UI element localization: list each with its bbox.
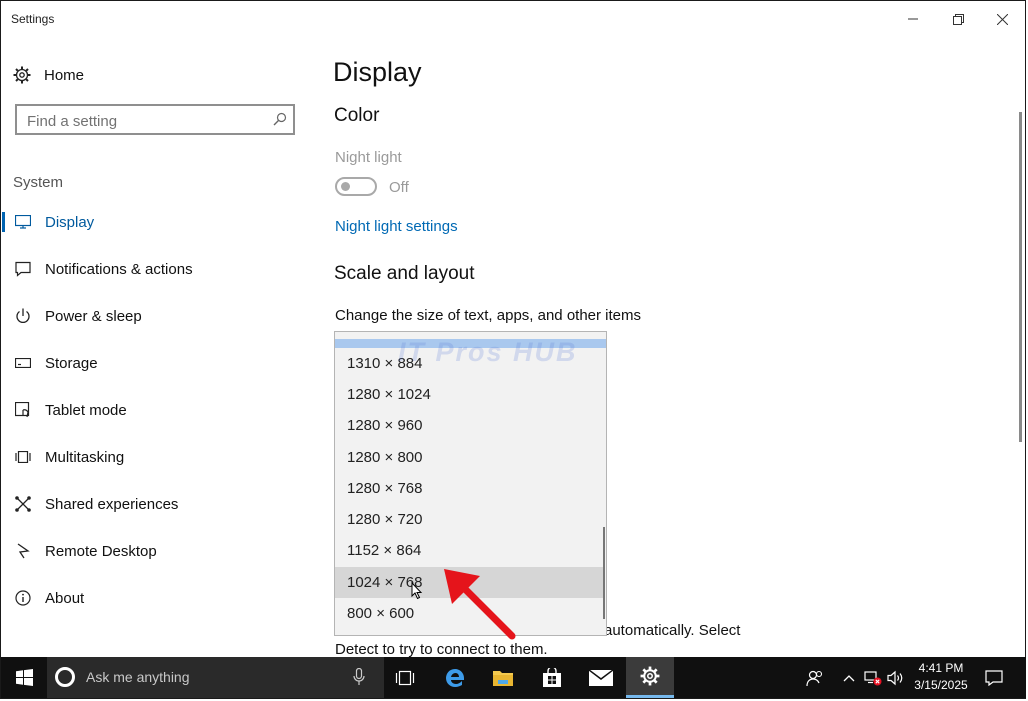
sidebar-item-tablet-mode[interactable]: Tablet mode	[0, 395, 300, 425]
toggle-knob	[341, 182, 350, 191]
tablet-mode-icon	[14, 401, 32, 419]
gear-icon	[13, 66, 31, 84]
info-icon	[14, 589, 32, 607]
sidebar-item-storage[interactable]: Storage	[0, 348, 300, 378]
sidebar-item-multitasking[interactable]: Multitasking	[0, 442, 300, 472]
show-hidden-icons-button[interactable]	[839, 657, 859, 698]
remote-desktop-icon	[14, 542, 32, 560]
resolution-option[interactable]: 1280 × 768	[335, 473, 605, 504]
task-view-button[interactable]	[381, 657, 429, 698]
sidebar-item-label: Power & sleep	[45, 307, 142, 325]
settings-taskbar-button[interactable]	[626, 657, 674, 698]
task-view-icon	[395, 670, 415, 685]
sidebar-item-label: Shared experiences	[45, 495, 179, 513]
power-icon	[14, 307, 32, 325]
action-center-icon	[985, 669, 1003, 686]
shared-experiences-icon	[14, 495, 32, 513]
store-button[interactable]	[528, 657, 576, 698]
sidebar-item-label: Remote Desktop	[45, 542, 157, 560]
network-disconnected-icon	[864, 670, 882, 685]
microphone-icon[interactable]	[353, 668, 365, 686]
store-icon	[543, 667, 561, 687]
search-placeholder: Find a setting	[27, 113, 118, 130]
notification-icon	[14, 260, 32, 278]
sidebar-item-display[interactable]: Display	[0, 207, 300, 237]
windows-logo-icon	[15, 669, 33, 686]
resolution-option[interactable]: 1152 × 864	[335, 535, 605, 566]
scale-description: Change the size of text, apps, and other…	[335, 307, 642, 324]
network-status-button[interactable]	[862, 657, 884, 698]
home-label: Home	[44, 66, 85, 84]
window-title: Settings	[11, 12, 55, 26]
selection-indicator	[2, 212, 5, 232]
system-clock[interactable]: 4:41 PM 3/15/2025	[906, 660, 976, 694]
night-light-label: Night light	[335, 149, 402, 166]
night-light-toggle[interactable]	[335, 177, 377, 196]
sidebar-item-about[interactable]: About	[0, 583, 300, 613]
search-icon	[273, 112, 287, 126]
resolution-option[interactable]: 1280 × 1024	[335, 379, 605, 410]
hidden-text-line1: automatically. Select	[604, 622, 741, 639]
clock-date: 3/15/2025	[914, 678, 968, 692]
storage-icon	[14, 354, 32, 372]
clock-time: 4:41 PM	[918, 661, 964, 675]
hidden-text-line2: Detect to try to connect to them.	[335, 641, 548, 658]
night-light-settings-link[interactable]: Night light settings	[335, 218, 458, 235]
home-link[interactable]: Home	[13, 64, 84, 86]
close-icon	[996, 13, 1008, 25]
cortana-icon	[55, 667, 75, 687]
taskbar-search-placeholder: Ask me anything	[86, 669, 190, 685]
close-button[interactable]	[980, 5, 1024, 33]
sidebar-item-label: Display	[45, 213, 95, 231]
page-scrollbar[interactable]	[1019, 112, 1022, 442]
minimize-icon	[908, 18, 918, 20]
sidebar-item-power-sleep[interactable]: Power & sleep	[0, 301, 300, 331]
mouse-cursor-icon	[411, 582, 423, 600]
title-bar: Settings	[1, 1, 1027, 35]
mail-icon	[589, 669, 613, 686]
minimize-button[interactable]	[891, 5, 935, 33]
action-center-button[interactable]	[981, 657, 1007, 698]
sidebar-item-shared-experiences[interactable]: Shared experiences	[0, 489, 300, 519]
edge-browser-button[interactable]	[431, 657, 479, 698]
edge-icon	[446, 668, 464, 687]
sidebar-item-label: Storage	[45, 354, 98, 372]
people-button[interactable]	[802, 657, 828, 698]
watermark: IT Pros HUB	[398, 337, 578, 367]
sidebar-item-label: Notifications & actions	[45, 260, 193, 278]
resolution-option[interactable]: 1280 × 960	[335, 410, 605, 441]
multitasking-icon	[14, 448, 32, 466]
dropdown-scrollbar[interactable]	[603, 527, 605, 619]
scale-layout-heading: Scale and layout	[334, 263, 475, 284]
resolution-option[interactable]: 1280 × 720	[335, 504, 605, 535]
taskbar: Ask me anything 4:41 PM 3/15/2025	[1, 657, 1026, 698]
sidebar-item-remote-desktop[interactable]: Remote Desktop	[0, 536, 300, 566]
start-button[interactable]	[1, 657, 47, 698]
search-input[interactable]: Find a setting	[15, 104, 295, 135]
people-icon	[806, 670, 823, 686]
speaker-icon	[887, 670, 903, 685]
sidebar-item-notifications[interactable]: Notifications & actions	[0, 254, 300, 284]
gear-icon	[640, 666, 660, 686]
folder-icon	[493, 670, 513, 686]
section-label-system: System	[13, 174, 64, 191]
monitor-icon	[14, 213, 32, 231]
taskbar-search-box[interactable]: Ask me anything	[47, 657, 384, 698]
sidebar-item-label: About	[45, 589, 85, 607]
restore-icon	[952, 13, 964, 25]
restore-button[interactable]	[936, 5, 980, 33]
resolution-option[interactable]: 1280 × 800	[335, 442, 605, 473]
night-light-state: Off	[389, 179, 409, 196]
red-arrow-annotation	[444, 569, 516, 640]
volume-button[interactable]	[885, 657, 907, 698]
file-explorer-button[interactable]	[479, 657, 527, 698]
mail-button[interactable]	[577, 657, 625, 698]
color-heading: Color	[334, 105, 380, 126]
page-title: Display	[333, 57, 422, 87]
chevron-up-icon	[843, 674, 855, 681]
sidebar-item-label: Multitasking	[45, 448, 125, 466]
sidebar-item-label: Tablet mode	[45, 401, 127, 419]
